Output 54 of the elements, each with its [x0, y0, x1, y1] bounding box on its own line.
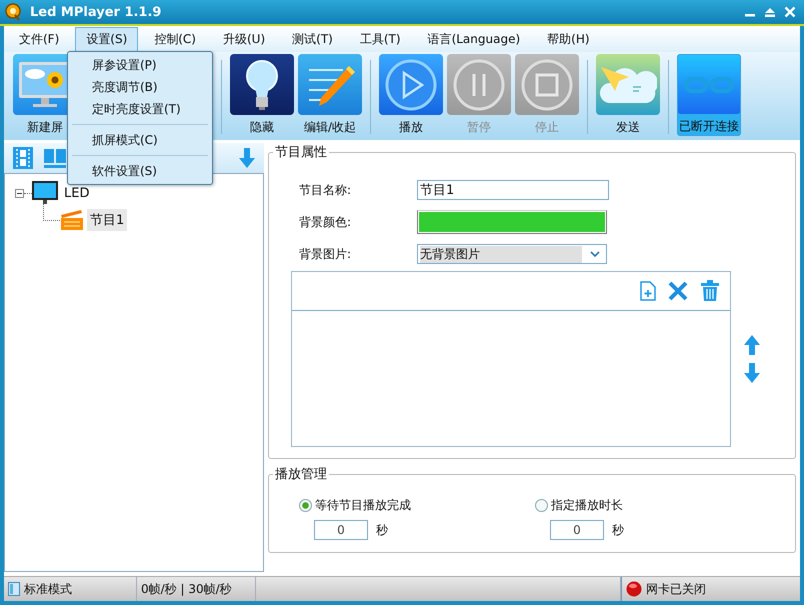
light-bulb-icon — [245, 58, 279, 110]
menu-item[interactable]: 抓屏模式(C) — [68, 129, 212, 151]
arrow-down-icon[interactable] — [743, 362, 761, 384]
film-icon[interactable] — [12, 146, 34, 170]
field-label: 背景颜色: — [299, 214, 352, 230]
menu-item[interactable]: 亮度调节(B) — [68, 76, 212, 98]
unit-label: 秒 — [376, 522, 388, 538]
status-text: 标准模式 — [24, 580, 72, 598]
toolbar-button[interactable]: 已断开连接 — [677, 54, 741, 136]
add-file-icon[interactable] — [640, 281, 656, 301]
menu-item[interactable]: 控制(C) — [143, 26, 207, 52]
menu-item[interactable]: 帮助(H) — [536, 26, 601, 52]
menu-item[interactable]: 语言(Language) — [416, 26, 532, 52]
menu-item[interactable]: 设置(S) — [75, 26, 138, 52]
menu-item[interactable]: 文件(F) — [8, 26, 70, 52]
arrow-up-icon[interactable] — [743, 334, 761, 356]
play-icon — [384, 58, 438, 112]
close-icon[interactable] — [784, 6, 796, 18]
pause-icon — [452, 58, 506, 112]
window-icon — [8, 582, 20, 596]
group-title: 节目属性 — [275, 145, 327, 160]
window-title: Led MPlayer 1.1.9 — [30, 4, 162, 20]
menu-item[interactable]: 升级(U) — [212, 26, 276, 52]
clapperboard-icon — [60, 209, 84, 231]
monitor-icon — [32, 181, 58, 205]
radio-option[interactable]: 指定播放时长 — [535, 497, 771, 514]
tree-item[interactable]: LED — [61, 184, 92, 202]
field-label: 节目名称: — [299, 182, 352, 198]
seconds-field[interactable]: 0 — [314, 520, 368, 540]
layout-icon[interactable] — [44, 147, 66, 169]
stop-icon — [520, 58, 574, 112]
collapse-icon[interactable] — [15, 188, 24, 198]
tree-item[interactable]: 节目1 — [87, 209, 128, 231]
menu-item[interactable]: 定时亮度设置(T) — [68, 98, 212, 120]
status-text: 网卡已关闭 — [646, 580, 706, 598]
status-dot-icon — [626, 581, 642, 597]
delete-icon[interactable] — [668, 281, 688, 301]
menu-item[interactable]: 工具(T) — [348, 26, 412, 52]
name-field[interactable]: 节目1 — [417, 180, 609, 200]
trash-icon[interactable] — [700, 280, 720, 302]
chevron-down-icon — [590, 251, 600, 257]
seconds-field[interactable]: 0 — [550, 520, 604, 540]
menu-item[interactable]: 软件设置(S) — [68, 160, 212, 182]
app-logo-icon — [4, 3, 22, 21]
menu-item[interactable]: 屏参设置(P) — [68, 54, 212, 76]
field-label: 背景图片: — [299, 246, 352, 262]
menu-item[interactable]: 测试(T) — [281, 26, 344, 52]
image-dropdown[interactable]: 无背景图片 — [417, 244, 607, 264]
arrow-down-icon[interactable] — [238, 147, 256, 169]
unit-label: 秒 — [612, 522, 624, 538]
group-title: 播放管理 — [275, 467, 327, 482]
radio-option[interactable]: 等待节目播放完成 — [299, 497, 535, 514]
status-text: 0帧/秒 | 30帧/秒 — [141, 580, 232, 598]
maximize-icon[interactable] — [764, 6, 776, 18]
